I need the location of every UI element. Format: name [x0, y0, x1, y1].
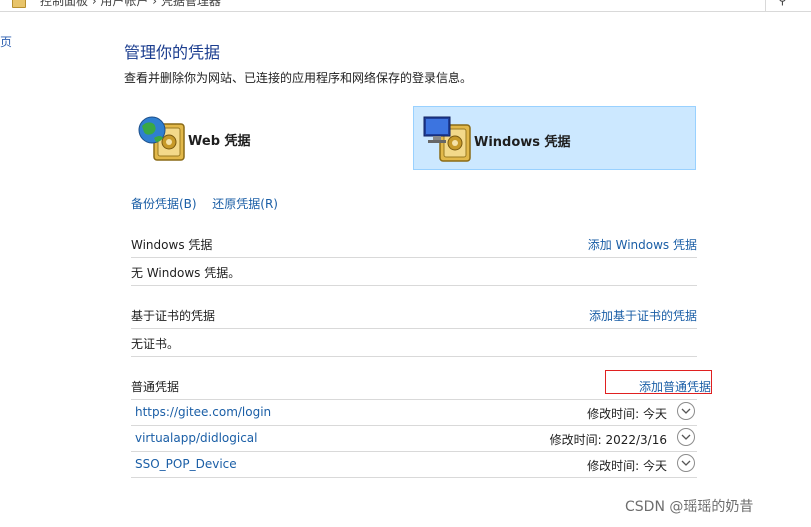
modified-date: 修改时间: 今天 — [587, 407, 667, 421]
watermark: CSDN @瑶瑶的奶昔 — [625, 499, 754, 515]
credential-row[interactable]: https://gitee.com/login 修改时间: 今天 — [131, 400, 697, 426]
restore-credentials-link[interactable]: 还原凭据(R) — [212, 197, 278, 211]
address-bar[interactable]: 控制面板 › 用户帐户 › 凭据管理器 ⚲ — [0, 0, 811, 12]
divider — [131, 328, 697, 329]
left-pane-text[interactable]: 页 — [0, 33, 12, 50]
expand-button[interactable] — [677, 454, 695, 472]
section-title: Windows 凭据 — [131, 238, 213, 252]
add-windows-credential-link[interactable]: 添加 Windows 凭据 — [588, 236, 697, 253]
monitor-vault-icon — [423, 116, 471, 162]
add-certificate-credential-link[interactable]: 添加基于证书的凭据 — [589, 307, 697, 324]
divider — [131, 477, 697, 478]
expand-button[interactable] — [677, 402, 695, 420]
windows-credentials-section-header: Windows 凭据 添加 Windows 凭据 — [131, 232, 697, 254]
credential-name[interactable]: virtualapp/didlogical — [135, 431, 257, 445]
chevron-down-icon — [681, 434, 691, 440]
credential-name[interactable]: SSO_POP_Device — [135, 457, 237, 471]
expand-button[interactable] — [677, 428, 695, 446]
web-credentials-tile[interactable]: Web 凭据 — [128, 106, 348, 170]
globe-vault-icon — [138, 116, 185, 161]
empty-message: 无证书。 — [131, 337, 180, 351]
breadcrumb[interactable]: 控制面板 › 用户帐户 › 凭据管理器 — [40, 0, 221, 9]
section-title: 基于证书的凭据 — [131, 309, 216, 323]
page-title: 管理你的凭据 — [124, 43, 221, 62]
backup-restore-links: 备份凭据(B) 还原凭据(R) — [131, 195, 278, 212]
empty-message: 无 Windows 凭据。 — [131, 266, 241, 280]
backup-credentials-link[interactable]: 备份凭据(B) — [131, 197, 197, 211]
divider — [765, 0, 766, 11]
credential-name[interactable]: https://gitee.com/login — [135, 405, 271, 419]
chevron-down-icon — [681, 408, 691, 414]
divider — [131, 356, 697, 357]
divider — [131, 257, 697, 258]
divider — [131, 285, 697, 286]
web-credentials-label: Web 凭据 — [188, 134, 251, 149]
modified-date: 修改时间: 今天 — [587, 459, 667, 473]
page-subtitle: 查看并删除你为网站、已连接的应用程序和网络保存的登录信息。 — [124, 71, 473, 85]
windows-credentials-tile[interactable]: Windows 凭据 — [413, 106, 696, 170]
search-icon[interactable]: ⚲ — [778, 0, 787, 7]
certificate-credentials-section-header: 基于证书的凭据 添加基于证书的凭据 — [131, 303, 697, 325]
chevron-down-icon — [681, 460, 691, 466]
windows-credentials-label: Windows 凭据 — [474, 135, 571, 150]
highlight-box — [605, 370, 712, 394]
modified-date: 修改时间: 2022/3/16 — [549, 433, 667, 447]
section-title: 普通凭据 — [131, 380, 180, 394]
credential-row[interactable]: virtualapp/didlogical 修改时间: 2022/3/16 — [131, 426, 697, 452]
credential-row[interactable]: SSO_POP_Device 修改时间: 今天 — [131, 452, 697, 478]
folder-icon — [12, 0, 26, 8]
